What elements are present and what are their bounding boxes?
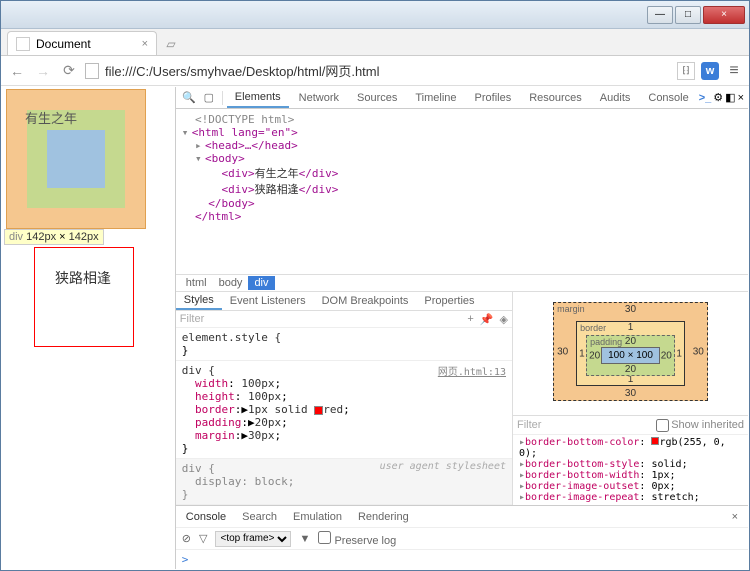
style-element-style[interactable]: element.style { }: [176, 328, 512, 361]
tab-strip: Document × ▱: [1, 29, 749, 56]
page-content: 有生之年 div 142px × 142px 狭路相逢: [2, 87, 175, 569]
style-div-rule[interactable]: 网页.html:13 div { width: 100px; height: 1…: [176, 361, 512, 459]
color-swatch-red[interactable]: [314, 406, 323, 415]
new-tab-button[interactable]: ▱: [161, 37, 181, 55]
reload-button[interactable]: ⟳: [59, 61, 79, 81]
show-inherited-checkbox[interactable]: Show inherited: [656, 419, 744, 432]
drawer-tab-rendering[interactable]: Rendering: [352, 509, 415, 525]
menu-icon[interactable]: ≡: [725, 62, 743, 80]
subtab-event-listeners[interactable]: Event Listeners: [222, 293, 314, 309]
second-div: 狭路相逢: [34, 247, 134, 347]
styles-filter-input[interactable]: Filter: [180, 313, 204, 325]
extension-w-icon[interactable]: w: [701, 62, 719, 80]
size-tooltip: div 142px × 142px: [4, 229, 104, 245]
close-tab-icon[interactable]: ×: [142, 38, 148, 50]
subtab-properties[interactable]: Properties: [416, 293, 482, 309]
elements-tree[interactable]: <!DOCTYPE html> ▾<html lang="en"> ▸<head…: [176, 109, 748, 274]
drawer-tab-console[interactable]: Console: [180, 509, 232, 525]
drawer-close-icon[interactable]: ×: [726, 509, 744, 525]
box-model-content: 100 × 100: [601, 347, 660, 364]
animations-icon[interactable]: ◈: [500, 313, 508, 326]
source-link[interactable]: 网页.html:13: [438, 363, 506, 378]
back-button[interactable]: ←: [7, 61, 27, 81]
page-icon: [16, 37, 30, 51]
computed-filter-input[interactable]: Filter: [517, 419, 541, 431]
crumb-body[interactable]: body: [213, 276, 249, 290]
inspect-icon[interactable]: 🔍: [180, 89, 198, 107]
subtab-styles[interactable]: Styles: [176, 292, 222, 310]
settings-gear-icon[interactable]: ⚙: [713, 91, 723, 104]
tab-resources[interactable]: Resources: [521, 89, 590, 107]
breadcrumb: html body div: [176, 274, 748, 292]
forward-button[interactable]: →: [33, 61, 53, 81]
drawer-tab-emulation[interactable]: Emulation: [287, 509, 348, 525]
subtab-dom-breakpoints[interactable]: DOM Breakpoints: [314, 293, 417, 309]
file-icon: [85, 63, 99, 79]
tab-sources[interactable]: Sources: [349, 89, 405, 107]
drawer-toggle-icon[interactable]: >_: [699, 92, 712, 104]
computed-properties[interactable]: ▸border-bottom-color: rgb(255, 0, 0); ▸b…: [513, 435, 748, 505]
address-bar[interactable]: file:///C:/Users/smyhvae/Desktop/html/网页…: [105, 61, 671, 80]
close-window-button[interactable]: ×: [703, 6, 745, 24]
devtools-panel: 🔍 ▢ Elements Network Sources Timeline Pr…: [175, 87, 748, 569]
devtools-close-icon[interactable]: ×: [738, 92, 744, 104]
drawer-tab-search[interactable]: Search: [236, 509, 283, 525]
box1-text: 有生之年: [25, 108, 77, 127]
style-ua-div: user agent stylesheet div { display: blo…: [176, 459, 512, 505]
dock-side-icon[interactable]: ◧: [725, 91, 735, 104]
crumb-html[interactable]: html: [180, 276, 213, 290]
box-model-diagram[interactable]: margin 30 30 30 30 border 1 1 1: [513, 292, 748, 415]
tab-console[interactable]: Console: [640, 89, 696, 107]
regex-toggle[interactable]: ▼: [299, 533, 310, 545]
tab-elements[interactable]: Elements: [227, 88, 289, 108]
console-prompt[interactable]: >: [176, 549, 748, 569]
toggle-element-state-icon[interactable]: 📌: [480, 313, 494, 326]
tab-audits[interactable]: Audits: [592, 89, 639, 107]
tab-network[interactable]: Network: [291, 89, 347, 107]
execution-context-select[interactable]: <top frame>: [215, 531, 291, 547]
tab-timeline[interactable]: Timeline: [407, 89, 464, 107]
minimize-button[interactable]: —: [647, 6, 673, 24]
crumb-div[interactable]: div: [248, 276, 274, 290]
new-style-rule-icon[interactable]: +: [467, 313, 473, 326]
filter-console-icon[interactable]: ▽: [199, 532, 207, 545]
translate-icon[interactable]: ⁅⁆: [677, 62, 695, 80]
tab-profiles[interactable]: Profiles: [467, 89, 520, 107]
tab-title: Document: [36, 37, 91, 51]
device-mode-icon[interactable]: ▢: [200, 89, 218, 107]
browser-tab[interactable]: Document ×: [7, 31, 157, 55]
maximize-button[interactable]: □: [675, 6, 701, 24]
clear-console-icon[interactable]: ⊘: [182, 532, 191, 545]
preserve-log-checkbox[interactable]: Preserve log: [318, 531, 396, 547]
